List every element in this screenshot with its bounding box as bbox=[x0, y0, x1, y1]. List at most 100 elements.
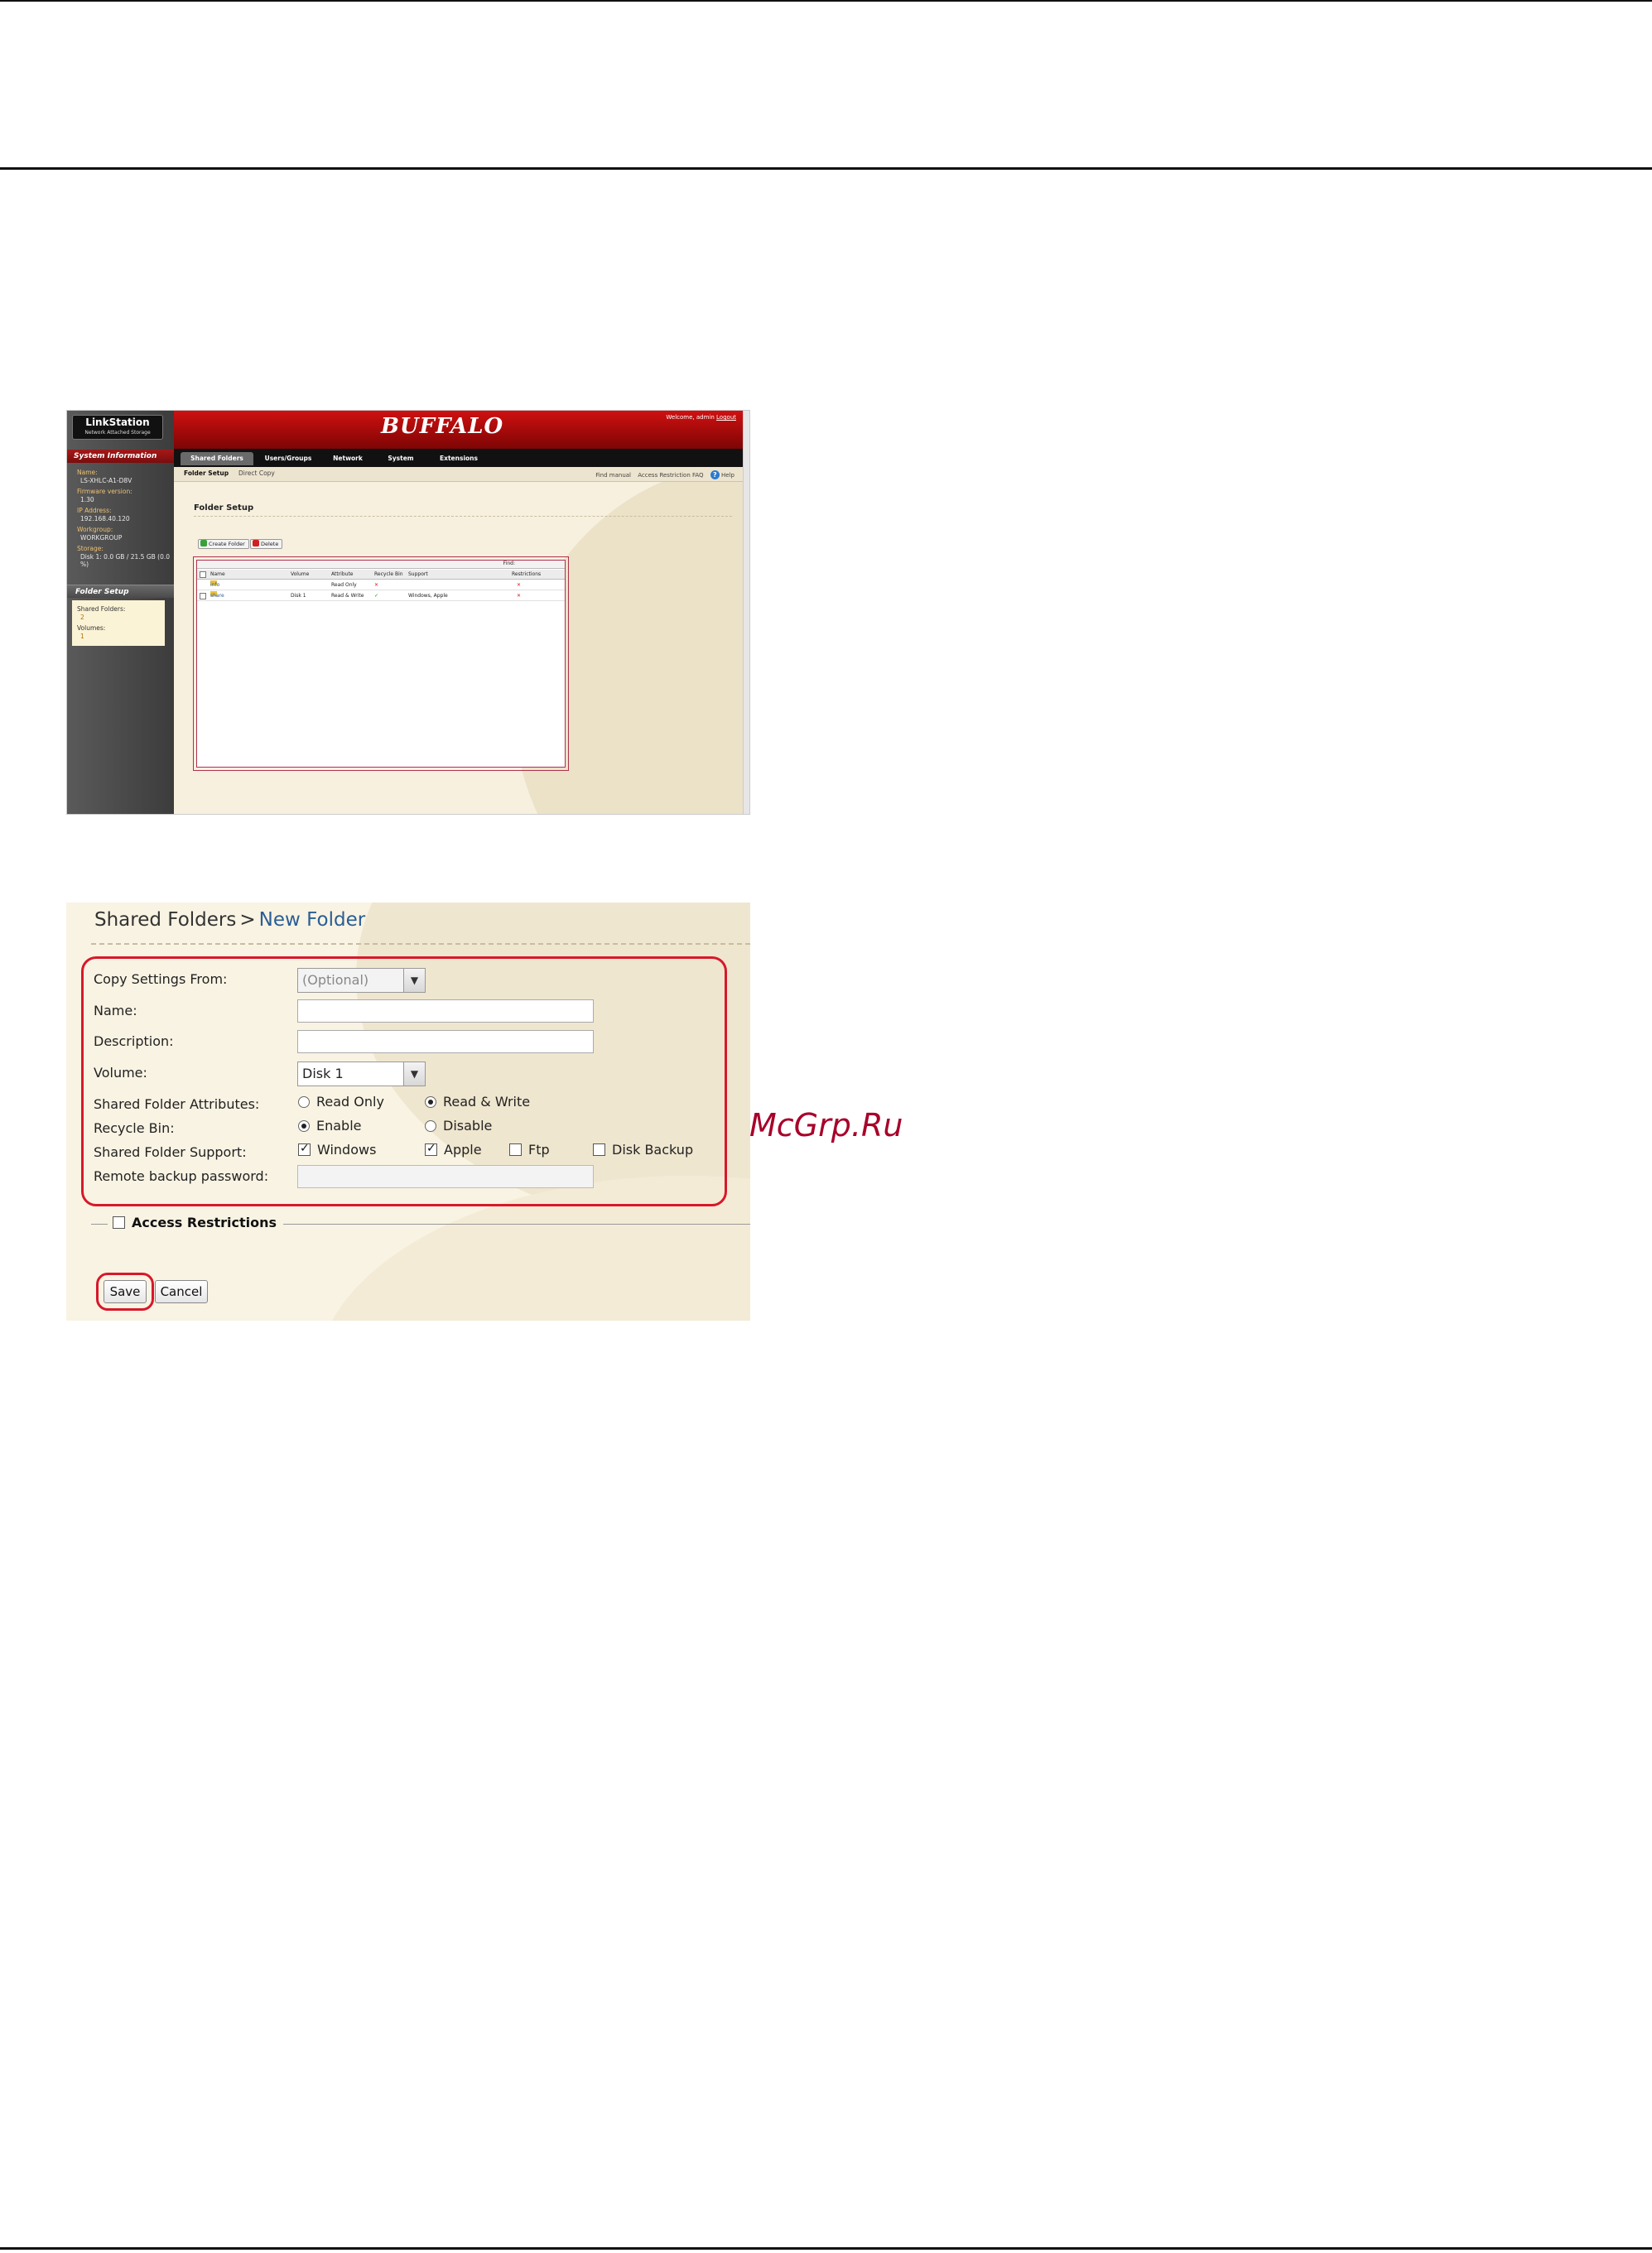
support-windows-checkbox[interactable]: Windows bbox=[298, 1142, 376, 1158]
col-name[interactable]: Name bbox=[210, 570, 225, 580]
checkbox-unchecked-icon bbox=[593, 1143, 605, 1156]
support-label: Shared Folder Support: bbox=[94, 1144, 247, 1160]
tab-shared-folders[interactable]: Shared Folders bbox=[181, 452, 253, 465]
app-header: BUFFALO Welcome, admin Logout bbox=[174, 411, 749, 449]
sysinfo-key: Storage: bbox=[77, 545, 104, 552]
checkbox-checked-icon bbox=[298, 1142, 311, 1156]
breadcrumb: Shared Folders > New Folder bbox=[94, 909, 365, 931]
system-information-list: Name: LS-XHLC-A1-D8V Firmware version: 1… bbox=[77, 469, 171, 572]
col-support[interactable]: Support bbox=[408, 570, 428, 580]
shared-folders-label: Shared Folders: bbox=[77, 605, 126, 613]
welcome-text: Welcome, admin Logout bbox=[666, 414, 736, 421]
name-label: Name: bbox=[94, 1003, 137, 1018]
welcome-user: Welcome, admin bbox=[666, 414, 715, 421]
name-input[interactable] bbox=[297, 999, 594, 1023]
volume-select[interactable]: Disk 1 ▼ bbox=[297, 1062, 426, 1086]
radio-on-icon bbox=[298, 1120, 310, 1132]
recycle-enable-radio[interactable]: Enable bbox=[298, 1118, 362, 1134]
linkstation-logo: LinkStation Network Attached Storage bbox=[72, 415, 163, 440]
save-button[interactable]: Save bbox=[104, 1280, 147, 1303]
logo-subtitle: Network Attached Storage bbox=[84, 430, 151, 436]
attr-read-only-radio[interactable]: Read Only bbox=[298, 1094, 384, 1110]
create-folder-button[interactable]: Create Folder bbox=[198, 539, 249, 549]
description-label: Description: bbox=[94, 1033, 174, 1049]
recycle-disable-label: Disable bbox=[443, 1118, 493, 1134]
help-link[interactable]: ? Help bbox=[710, 470, 734, 479]
sysinfo-value: WORKGROUP bbox=[80, 533, 123, 542]
subtab-direct-copy[interactable]: Direct Copy bbox=[238, 469, 275, 477]
recycle-bin-label: Recycle Bin: bbox=[94, 1120, 175, 1136]
shared-folders-count: 2 bbox=[80, 613, 84, 621]
logout-link[interactable]: Logout bbox=[716, 414, 736, 421]
radio-on-icon bbox=[425, 1096, 436, 1108]
sysinfo-key: Workgroup: bbox=[77, 526, 113, 533]
support-ftp-checkbox[interactable]: Ftp bbox=[509, 1142, 550, 1158]
copy-settings-label: Copy Settings From: bbox=[94, 971, 228, 987]
access-restrictions-toggle[interactable]: Access Restrictions bbox=[108, 1215, 284, 1230]
access-restriction-faq-link[interactable]: Access Restriction FAQ bbox=[638, 472, 703, 479]
cancel-button[interactable]: Cancel bbox=[155, 1280, 208, 1303]
col-volume[interactable]: Volume bbox=[291, 570, 309, 580]
folder-attribute: Read & Write bbox=[331, 593, 364, 599]
attributes-label: Shared Folder Attributes: bbox=[94, 1096, 260, 1112]
folder-support: Windows, Apple bbox=[408, 593, 448, 599]
buffalo-logo: BUFFALO bbox=[381, 414, 504, 439]
sysinfo-value: Disk 1: 0.0 GB / 21.5 GB (0.0 %) bbox=[80, 552, 171, 569]
page-scrollbar[interactable] bbox=[743, 411, 749, 814]
help-icon: ? bbox=[710, 470, 720, 479]
sysinfo-value: LS-XHLC-A1-D8V bbox=[80, 476, 132, 484]
col-recycle-bin[interactable]: Recycle Bin bbox=[374, 570, 403, 580]
chevron-down-icon[interactable]: ▼ bbox=[403, 969, 425, 992]
remote-password-input[interactable] bbox=[297, 1165, 594, 1188]
checkbox-unchecked-icon bbox=[113, 1216, 125, 1229]
delete-button[interactable]: Delete bbox=[250, 539, 283, 549]
support-windows-label: Windows bbox=[317, 1142, 377, 1158]
tab-extensions[interactable]: Extensions bbox=[429, 452, 489, 465]
support-disk-backup-label: Disk Backup bbox=[612, 1142, 694, 1158]
copy-settings-value: (Optional) bbox=[302, 972, 369, 988]
folder-setup-screenshot: LinkStation Network Attached Storage Sys… bbox=[66, 410, 750, 815]
volumes-count: 1 bbox=[80, 632, 84, 640]
support-apple-label: Apple bbox=[444, 1142, 482, 1158]
attr-read-write-radio[interactable]: Read & Write bbox=[425, 1094, 530, 1110]
radio-off-icon bbox=[298, 1096, 310, 1108]
sub-nav: Folder Setup Direct Copy Find manual Acc… bbox=[174, 467, 749, 482]
support-disk-backup-checkbox[interactable]: Disk Backup bbox=[593, 1142, 693, 1158]
folder-setup-summary: Shared Folders: 2 Volumes: 1 bbox=[72, 600, 165, 646]
tab-network[interactable]: Network bbox=[323, 452, 373, 465]
chevron-down-icon[interactable]: ▼ bbox=[403, 1062, 425, 1086]
add-icon bbox=[200, 540, 207, 546]
find-label: Find: bbox=[503, 561, 515, 566]
volumes-label: Volumes: bbox=[77, 624, 106, 632]
description-input[interactable] bbox=[297, 1030, 594, 1053]
checkbox-unchecked-icon bbox=[509, 1143, 522, 1156]
sysinfo-value: 192.168.40.120 bbox=[80, 514, 130, 522]
support-apple-checkbox[interactable]: Apple bbox=[425, 1142, 482, 1158]
col-attribute[interactable]: Attribute bbox=[331, 570, 354, 580]
breadcrumb-current: New Folder bbox=[258, 909, 366, 931]
col-restrictions[interactable]: Restrictions bbox=[512, 570, 541, 580]
access-restrictions-label: Access Restrictions bbox=[132, 1215, 277, 1230]
delete-label: Delete bbox=[261, 541, 279, 547]
top-rule bbox=[0, 0, 1652, 2]
table-row[interactable]: share Disk 1 Read & Write ✓ Windows, App… bbox=[197, 591, 565, 601]
subtab-folder-setup[interactable]: Folder Setup bbox=[184, 469, 229, 477]
volume-value: Disk 1 bbox=[302, 1066, 344, 1081]
folder-volume: Disk 1 bbox=[291, 593, 306, 599]
sidebar: LinkStation Network Attached Storage Sys… bbox=[67, 411, 174, 814]
sysinfo-value: 1.30 bbox=[80, 495, 94, 503]
find-manual-link[interactable]: Find manual bbox=[595, 472, 631, 479]
folder-setup-heading: Folder Setup bbox=[67, 585, 174, 598]
tab-system[interactable]: System bbox=[376, 452, 426, 465]
recycle-enabled-icon: ✓ bbox=[374, 593, 379, 599]
copy-settings-select[interactable]: (Optional) ▼ bbox=[297, 968, 426, 993]
title-divider bbox=[194, 516, 732, 517]
tab-users-groups[interactable]: Users/Groups bbox=[257, 452, 320, 465]
recycle-disable-radio[interactable]: Disable bbox=[425, 1118, 492, 1134]
attr-read-only-label: Read Only bbox=[316, 1094, 384, 1110]
sysinfo-key: IP Address: bbox=[77, 507, 112, 514]
table-row[interactable]: info Read Only ✕ ✕ bbox=[197, 580, 565, 590]
breadcrumb-root[interactable]: Shared Folders bbox=[94, 909, 236, 931]
sysinfo-key: Name: bbox=[77, 469, 98, 476]
system-information-heading: System Information bbox=[67, 450, 174, 463]
